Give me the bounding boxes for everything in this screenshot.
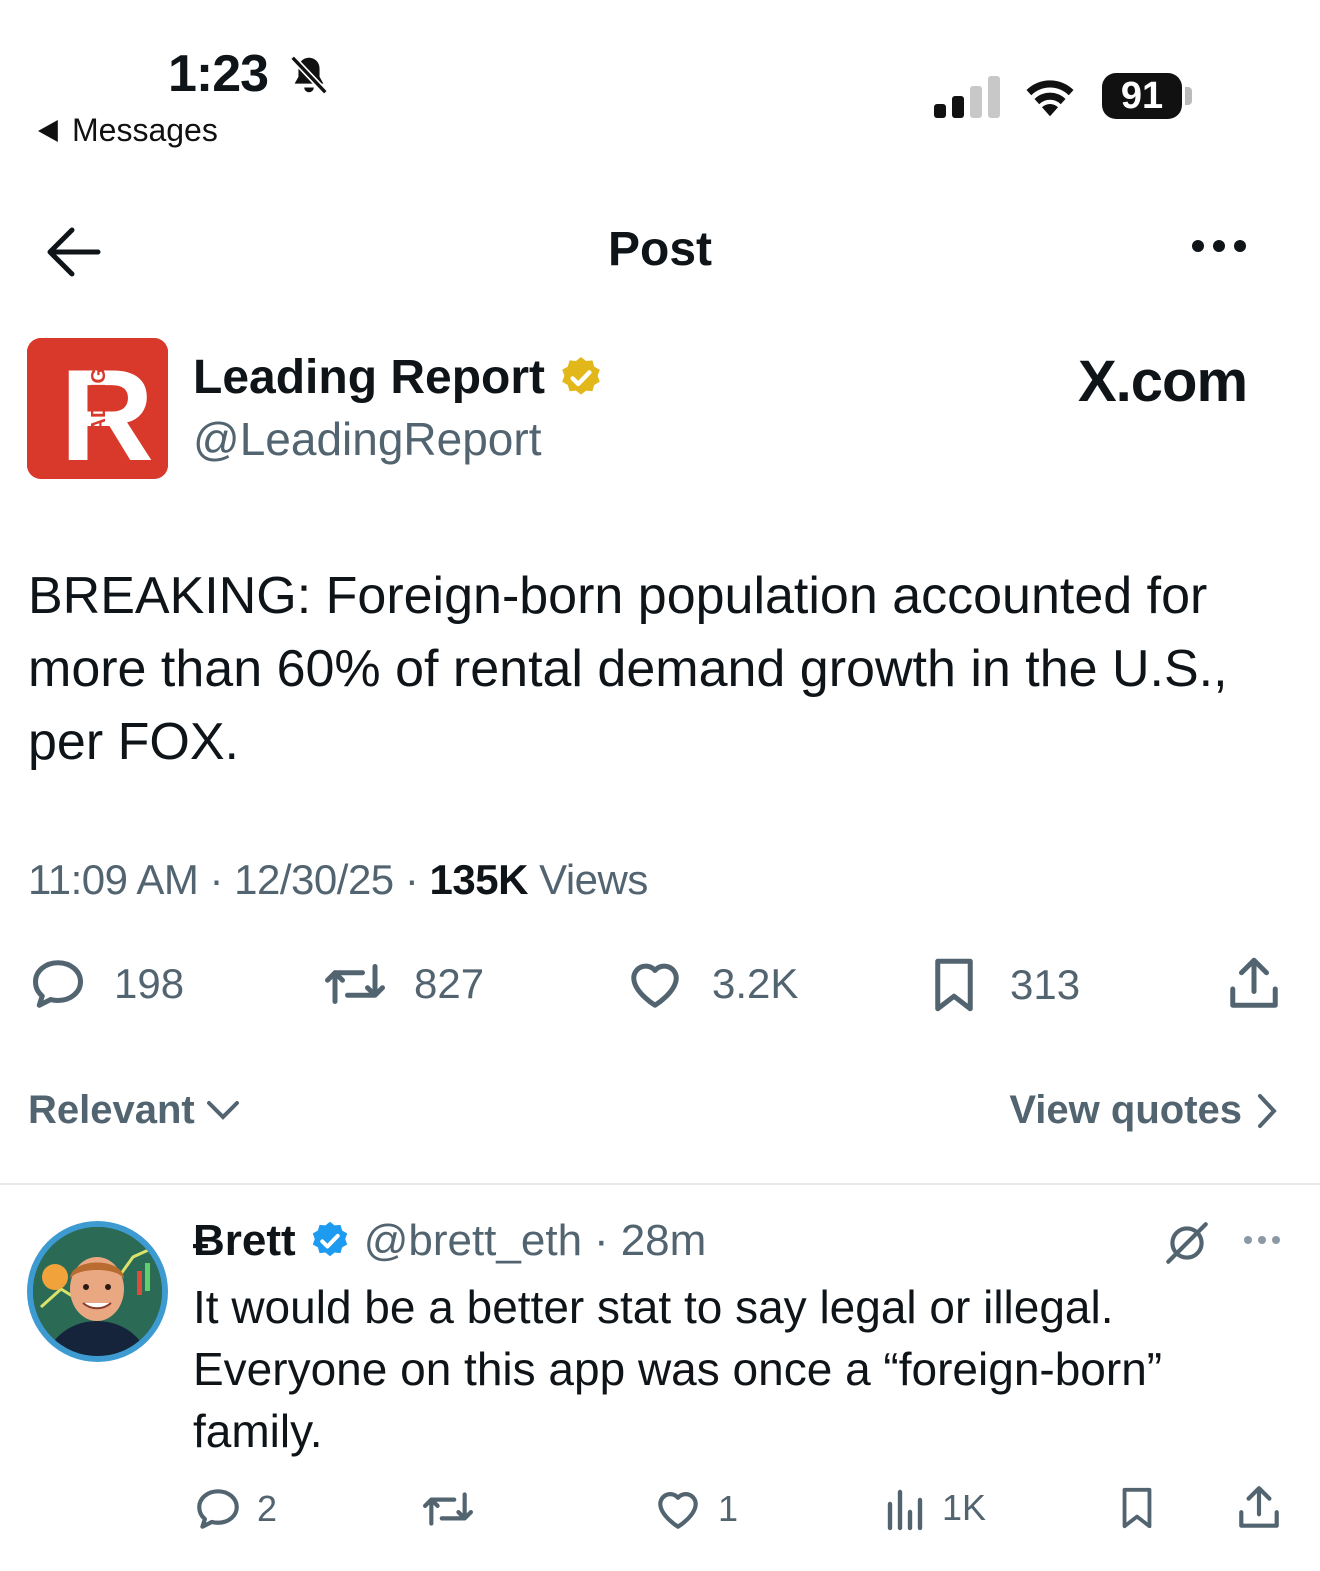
reply-author-name[interactable]: Ƀrett — [193, 1216, 296, 1266]
repost-count: 827 — [414, 960, 485, 1007]
battery-tip — [1185, 87, 1192, 105]
reply-like-count: 1 — [718, 1488, 739, 1529]
reply-count: 198 — [114, 960, 185, 1007]
reply-share-icon[interactable] — [1234, 1482, 1284, 1534]
reply-more-icon[interactable] — [1244, 1236, 1280, 1244]
reply-avatar[interactable] — [27, 1221, 168, 1362]
reply-views-button[interactable]: 1K — [884, 1484, 986, 1532]
reply-author-handle[interactable]: @brett_eth — [364, 1216, 582, 1266]
reply-button[interactable]: 198 — [28, 954, 184, 1014]
source-label: X.com — [1078, 349, 1248, 414]
status-time: 1:23 — [168, 45, 269, 103]
repost-icon — [325, 964, 385, 1004]
repost-icon — [423, 1492, 473, 1526]
bookmark-count: 313 — [1010, 961, 1081, 1008]
post-text: BREAKING: Foreign-born population accoun… — [28, 567, 1228, 771]
reply-age: 28m — [620, 1216, 707, 1265]
like-count: 3.2K — [712, 960, 799, 1007]
verified-gold-badge-icon — [562, 356, 600, 395]
analytics-icon — [887, 1489, 923, 1531]
author-name-row[interactable]: Leading Report — [193, 350, 605, 405]
reply-icon — [33, 960, 83, 1008]
reply-header: Ƀrett @brett_eth · 28m — [193, 1216, 706, 1266]
reply-repost-button[interactable] — [420, 1484, 476, 1534]
author-handle[interactable]: @LeadingReport — [193, 412, 541, 466]
cellular-signal-icon — [934, 76, 1000, 118]
bookmark-icon — [935, 958, 973, 1012]
views-label: Views — [539, 856, 648, 903]
grok-icon[interactable] — [1162, 1218, 1212, 1268]
reply-reply-button[interactable]: 2 — [193, 1484, 277, 1534]
view-quotes-label: View quotes — [1009, 1088, 1242, 1132]
verified-blue-badge-icon — [312, 1221, 347, 1257]
reply-views-count: 1K — [942, 1487, 987, 1528]
avatar-side-text: LEADING — [88, 368, 110, 458]
bell-muted-icon — [286, 52, 332, 98]
back-to-messages[interactable]: Messages — [38, 112, 218, 149]
heart-icon — [658, 1492, 698, 1529]
reply-icon — [197, 1489, 239, 1529]
back-triangle-icon — [38, 119, 58, 142]
separator-dot: · — [594, 1216, 609, 1265]
view-quotes-link[interactable]: View quotes — [1009, 1088, 1278, 1133]
heart-icon — [631, 963, 679, 1008]
share-icon[interactable] — [1224, 954, 1284, 1014]
views-count[interactable]: 135K — [430, 856, 529, 903]
reply-like-button[interactable]: 1 — [652, 1484, 738, 1534]
chevron-down-icon — [206, 1100, 239, 1120]
author-avatar[interactable]: R LEADING — [27, 338, 168, 479]
post-meta: 11:09 AM · 12/30/25 · 135K Views — [28, 856, 648, 903]
post-time: 11:09 AM — [28, 856, 199, 903]
battery-indicator: 91 — [1102, 73, 1182, 119]
author-name[interactable]: Leading Report — [193, 350, 545, 405]
sort-dropdown[interactable]: Relevant — [28, 1088, 241, 1133]
page-title: Post — [607, 223, 712, 276]
back-app-label: Messages — [72, 112, 218, 148]
bookmark-button[interactable]: 313 — [924, 954, 1080, 1016]
sort-label: Relevant — [28, 1088, 195, 1132]
reply-text: It would be a better stat to say legal o… — [193, 1281, 1163, 1457]
chevron-right-icon — [1258, 1093, 1277, 1128]
reply-bookmark-icon[interactable] — [1114, 1482, 1160, 1534]
reply-reply-count: 2 — [257, 1488, 278, 1529]
more-options-icon[interactable] — [1192, 240, 1246, 252]
post-date: 12/30/25 — [234, 856, 394, 903]
wifi-icon — [1020, 72, 1080, 118]
divider — [0, 1183, 1320, 1185]
like-button[interactable]: 3.2K — [624, 954, 798, 1014]
repost-button[interactable]: 827 — [322, 954, 484, 1014]
